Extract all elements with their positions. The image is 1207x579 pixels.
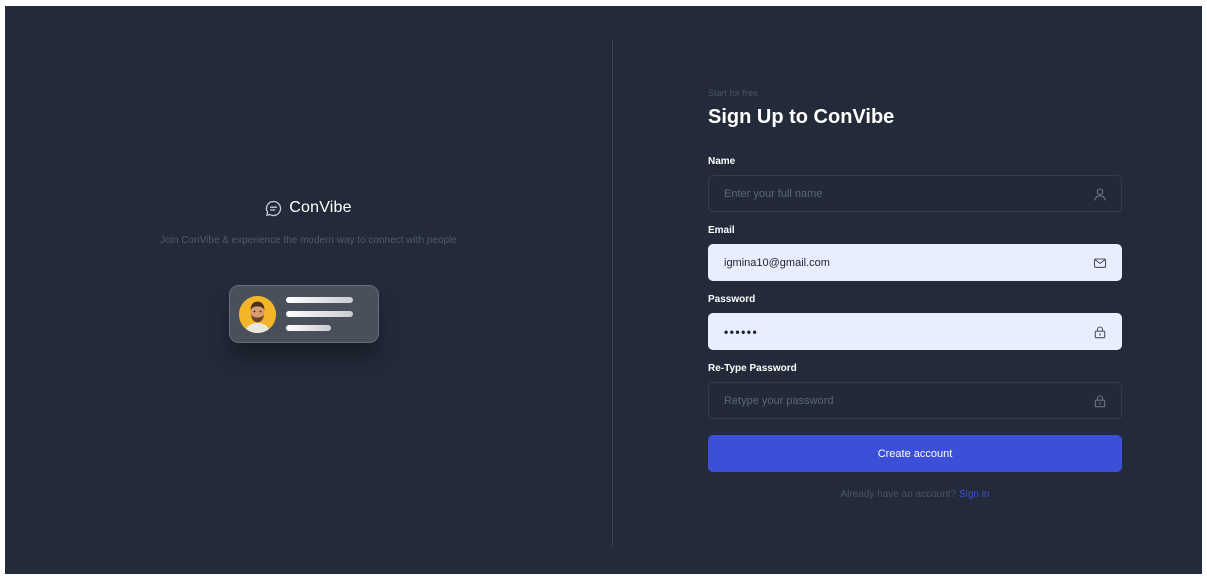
vertical-divider — [612, 39, 613, 547]
brand: ConVibe — [5, 199, 612, 217]
create-account-button[interactable]: Create account — [708, 435, 1122, 472]
password-field[interactable]: •••••• — [708, 313, 1122, 350]
avatar — [239, 296, 276, 333]
signup-page: ConVibe Join ConVibe & experience the mo… — [5, 6, 1202, 574]
brand-name: ConVibe — [289, 199, 352, 216]
email-field[interactable]: igmina10@gmail.com — [708, 244, 1122, 281]
lock-icon — [1093, 325, 1107, 339]
preview-line — [286, 325, 331, 331]
form-eyebrow: Start for free — [708, 88, 759, 98]
retype-password-label: Re-Type Password — [708, 363, 797, 374]
password-value: •••••• — [724, 324, 759, 339]
preview-line — [286, 297, 353, 303]
name-placeholder: Enter your full name — [724, 187, 823, 200]
brand-tagline: Join ConVibe & experience the modern way… — [160, 235, 457, 246]
retype-password-field[interactable]: Retype your password — [708, 382, 1122, 419]
chat-bubble-icon — [265, 200, 282, 217]
password-label: Password — [708, 294, 756, 305]
signin-link[interactable]: Sign in — [959, 489, 990, 500]
mail-icon — [1093, 256, 1107, 270]
name-label: Name — [708, 156, 736, 167]
retype-password-placeholder: Retype your password — [724, 394, 834, 407]
email-value: igmina10@gmail.com — [724, 256, 830, 269]
user-icon — [1093, 187, 1107, 201]
signin-prompt: Already have an account? — [840, 489, 957, 500]
email-label: Email — [708, 225, 735, 236]
form-title: Sign Up to ConVibe — [708, 106, 895, 128]
name-field[interactable]: Enter your full name — [708, 175, 1122, 212]
message-preview-card — [229, 285, 379, 343]
signin-row: Already have an account? Sign in — [708, 489, 1122, 500]
preview-line — [286, 311, 353, 317]
lock-icon — [1093, 394, 1107, 408]
